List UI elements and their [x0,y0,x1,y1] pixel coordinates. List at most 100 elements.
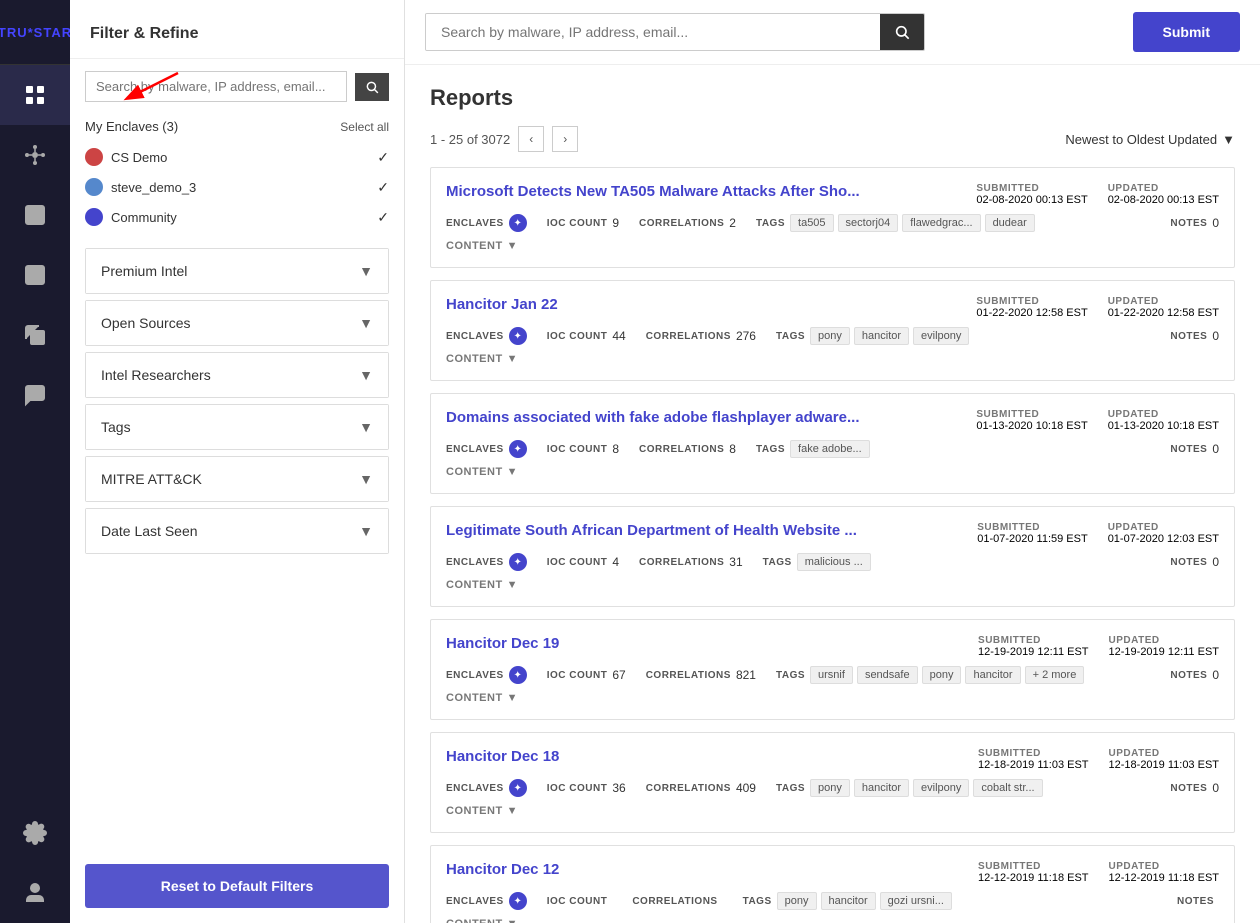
submitted-value: 12-19-2019 12:11 EST [978,646,1088,658]
updated-date: UPDATED 02-08-2020 00:13 EST [1108,183,1219,206]
submitted-date: SUBMITTED 01-13-2020 10:18 EST [976,409,1087,432]
sidebar-item-user[interactable] [0,863,70,923]
sidebar-item-inbox[interactable] [0,185,70,245]
report-tag[interactable]: pony [777,892,817,910]
filter-section-header[interactable]: Tags ▼ [86,405,388,449]
filter-section-intel-researchers[interactable]: Intel Researchers ▼ [85,352,389,398]
report-title[interactable]: Hancitor Jan 22 [446,296,558,313]
report-title[interactable]: Hancitor Dec 19 [446,635,559,652]
sort-dropdown[interactable]: Newest to Oldest Updated ▼ [1065,132,1235,147]
global-search-input[interactable] [426,14,880,50]
ioc-value: 9 [612,216,619,230]
main-area: Submit Reports 1 - 25 of 3072 ‹ › Newest… [405,0,1260,923]
notes-value: 0 [1212,781,1219,795]
select-all-link[interactable]: Select all [340,120,389,134]
tags-group: TAGS ursnifsendsafeponyhancitor + 2 more [776,666,1084,684]
content-toggle[interactable]: CONTENT ▼ [446,353,1219,365]
filter-section-header[interactable]: Intel Researchers ▼ [86,353,388,397]
global-search-button[interactable] [880,14,924,50]
updated-label: UPDATED [1109,861,1219,872]
enclave-list-header: My Enclaves (3) Select all [85,114,389,142]
content-toggle[interactable]: CONTENT ▼ [446,240,1219,252]
sidebar-item-network[interactable] [0,125,70,185]
sidebar-item-copy[interactable] [0,305,70,365]
submit-button[interactable]: Submit [1133,12,1240,52]
enclave-search-button[interactable] [355,73,389,101]
report-tag[interactable]: ta505 [790,214,834,232]
enclave-search-input[interactable] [85,71,347,102]
filter-section-date-last-seen[interactable]: Date Last Seen ▼ [85,508,389,554]
reports-title: Reports [430,85,1235,111]
report-tag[interactable]: pony [810,327,850,345]
ioc-value: 44 [612,329,625,343]
filter-section-mitre-att&ck[interactable]: MITRE ATT&CK ▼ [85,456,389,502]
pagination-next[interactable]: › [552,126,578,152]
report-tag[interactable]: dudear [985,214,1035,232]
updated-date: UPDATED 01-13-2020 10:18 EST [1108,409,1219,432]
content-toggle[interactable]: CONTENT ▼ [446,692,1219,704]
filter-section-premium-intel[interactable]: Premium Intel ▼ [85,248,389,294]
report-tag[interactable]: + 2 more [1025,666,1085,684]
report-card: Hancitor Dec 19 SUBMITTED 12-19-2019 12:… [430,619,1235,720]
sidebar-item-contact[interactable] [0,245,70,305]
filter-section-header[interactable]: Date Last Seen ▼ [86,509,388,553]
report-tag[interactable]: gozi ursni... [880,892,952,910]
notes-label: NOTES [1170,444,1207,455]
report-tag[interactable]: evilpony [913,779,969,797]
enclave-star-icon: ✦ [509,327,527,345]
content-toggle[interactable]: CONTENT ▼ [446,579,1219,591]
report-title[interactable]: Hancitor Dec 12 [446,861,559,878]
report-tag[interactable]: flawedgrac... [902,214,980,232]
report-tag[interactable]: pony [922,666,962,684]
ioc-group: IOC COUNT 36 [547,781,626,795]
report-tag[interactable]: pony [810,779,850,797]
report-title[interactable]: Domains associated with fake adobe flash… [446,409,859,426]
filter-section-open-sources[interactable]: Open Sources ▼ [85,300,389,346]
report-tag[interactable]: hancitor [854,779,909,797]
content-toggle[interactable]: CONTENT ▼ [446,805,1219,817]
report-tag[interactable]: hancitor [965,666,1020,684]
logo: TRU*STAR [0,25,72,40]
filter-section-tags[interactable]: Tags ▼ [85,404,389,450]
report-tag[interactable]: malicious ... [797,553,871,571]
report-tag[interactable]: evilpony [913,327,969,345]
notes-label: NOTES [1170,783,1207,794]
sort-label: Newest to Oldest Updated [1065,132,1217,147]
pagination-prev[interactable]: ‹ [518,126,544,152]
tags-group: TAGS malicious ... [763,553,871,571]
content-toggle[interactable]: CONTENT ▼ [446,918,1219,923]
content-chevron-icon: ▼ [507,692,518,704]
reset-filters-button[interactable]: Reset to Default Filters [85,864,389,908]
report-tag[interactable]: ursnif [810,666,853,684]
report-title[interactable]: Legitimate South African Department of H… [446,522,857,539]
tags-label: TAGS [756,218,785,229]
filter-section-header[interactable]: Open Sources ▼ [86,301,388,345]
enclave-item-community[interactable]: Community ✓ [85,202,389,232]
submitted-label: SUBMITTED [976,296,1087,307]
tags-label: TAGS [776,331,805,342]
ioc-label: IOC COUNT [547,896,608,907]
ioc-group: IOC COUNT 9 [547,216,619,230]
sidebar-item-chat[interactable] [0,365,70,425]
filter-section-header[interactable]: Premium Intel ▼ [86,249,388,293]
enclave-item-cs-demo[interactable]: CS Demo ✓ [85,142,389,172]
report-tag[interactable]: sendsafe [857,666,918,684]
report-card: Hancitor Dec 18 SUBMITTED 12-18-2019 11:… [430,732,1235,833]
enclave-item-steve-demo[interactable]: steve_demo_3 ✓ [85,172,389,202]
submitted-value: 01-22-2020 12:58 EST [976,307,1087,319]
report-tag[interactable]: cobalt str... [973,779,1042,797]
sidebar-item-settings[interactable] [0,803,70,863]
report-tag[interactable]: hancitor [854,327,909,345]
report-tag[interactable]: fake adobe... [790,440,870,458]
sidebar-item-reports[interactable] [0,65,70,125]
ioc-value: 67 [612,668,625,682]
report-title[interactable]: Microsoft Detects New TA505 Malware Atta… [446,183,860,200]
ioc-label: IOC COUNT [547,670,608,681]
report-title[interactable]: Hancitor Dec 18 [446,748,559,765]
report-tag[interactable]: sectorj04 [838,214,899,232]
submitted-value: 01-13-2020 10:18 EST [976,420,1087,432]
content-toggle[interactable]: CONTENT ▼ [446,466,1219,478]
report-tag[interactable]: hancitor [821,892,876,910]
tags-label: TAGS [776,670,805,681]
filter-section-header[interactable]: MITRE ATT&CK ▼ [86,457,388,501]
